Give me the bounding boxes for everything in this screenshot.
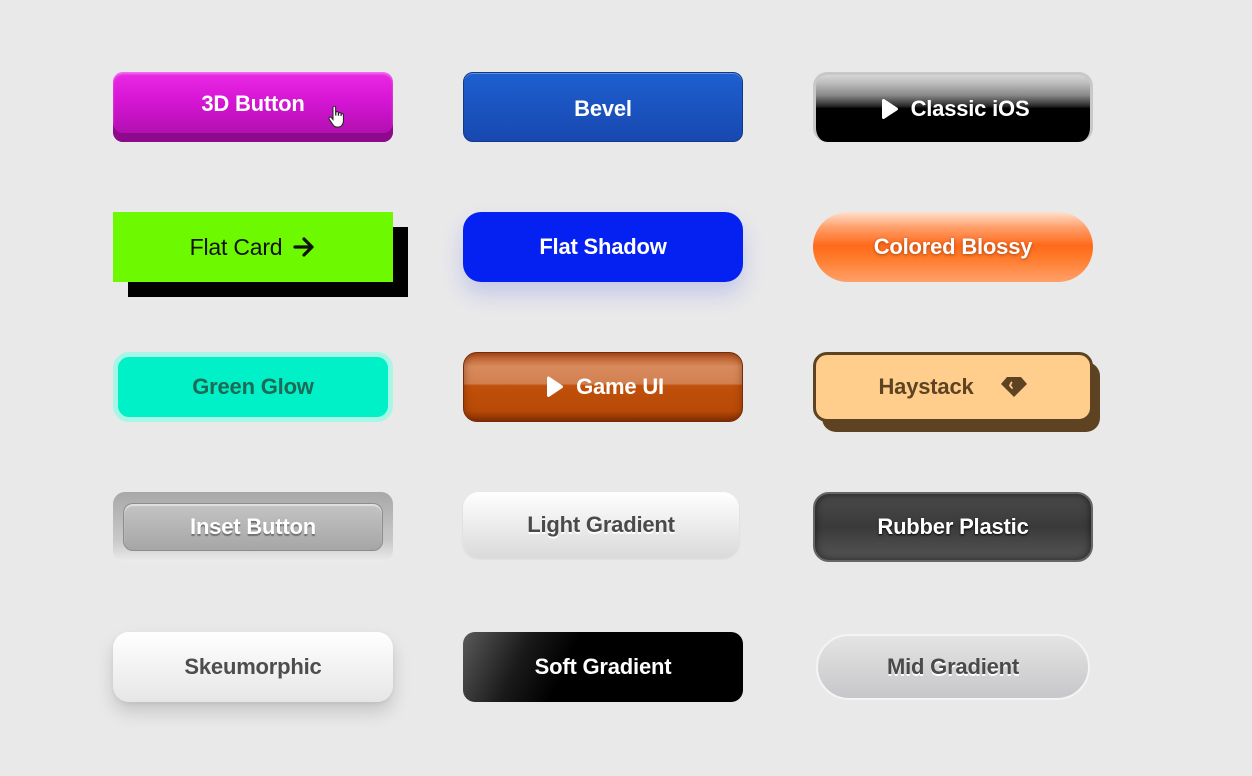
inset-button[interactable]: Inset Button xyxy=(123,503,383,551)
classic-ios-button[interactable]: Classic iOS xyxy=(813,72,1093,142)
light-gradient-button-label: Light Gradient xyxy=(527,512,675,537)
diamond-icon xyxy=(1000,375,1028,399)
haystack-button[interactable]: Haystack xyxy=(813,352,1093,422)
green-glow-button[interactable]: Green Glow xyxy=(113,352,393,422)
skeumorphic-button[interactable]: Skeumorphic xyxy=(113,632,393,702)
soft-gradient-button[interactable]: Soft Gradient xyxy=(463,632,743,702)
flat-shadow-button[interactable]: Flat Shadow xyxy=(463,212,743,282)
3d-button[interactable]: 3D Button xyxy=(113,72,393,142)
bevel-button[interactable]: Bevel xyxy=(463,72,743,142)
hand-pointer-icon xyxy=(328,105,344,134)
mid-gradient-button[interactable]: Mid Gradient xyxy=(816,634,1090,700)
rubber-plastic-button[interactable]: Rubber Plastic xyxy=(813,492,1093,562)
game-ui-button-label: Game UI xyxy=(576,374,664,399)
green-glow-button-label: Green Glow xyxy=(192,374,314,399)
3d-button-label: 3D Button xyxy=(201,91,305,116)
game-ui-button[interactable]: Game UI xyxy=(463,352,743,422)
mid-gradient-button-label: Mid Gradient xyxy=(886,654,1020,679)
colored-blossy-button[interactable]: Colored Blossy xyxy=(813,212,1093,282)
arrow-right-icon xyxy=(292,236,316,258)
bevel-button-label: Bevel xyxy=(574,95,632,121)
colored-blossy-button-label: Colored Blossy xyxy=(873,234,1033,259)
haystack-button-label: Haystack xyxy=(878,374,974,399)
flat-card-button-label: Flat Card xyxy=(189,233,283,260)
soft-gradient-button-label: Soft Gradient xyxy=(534,654,672,679)
flat-card-button[interactable]: Flat Card xyxy=(113,212,393,282)
play-icon xyxy=(542,374,566,400)
skeumorphic-button-label: Skeumorphic xyxy=(184,654,322,679)
inset-button-frame: Inset Button xyxy=(113,492,393,562)
light-gradient-button[interactable]: Light Gradient xyxy=(463,492,739,558)
inset-button-label: Inset Button xyxy=(190,514,316,539)
play-icon xyxy=(877,97,901,121)
classic-ios-button-label: Classic iOS xyxy=(910,95,1030,121)
rubber-plastic-button-label: Rubber Plastic xyxy=(877,514,1029,539)
flat-shadow-button-label: Flat Shadow xyxy=(539,234,667,259)
